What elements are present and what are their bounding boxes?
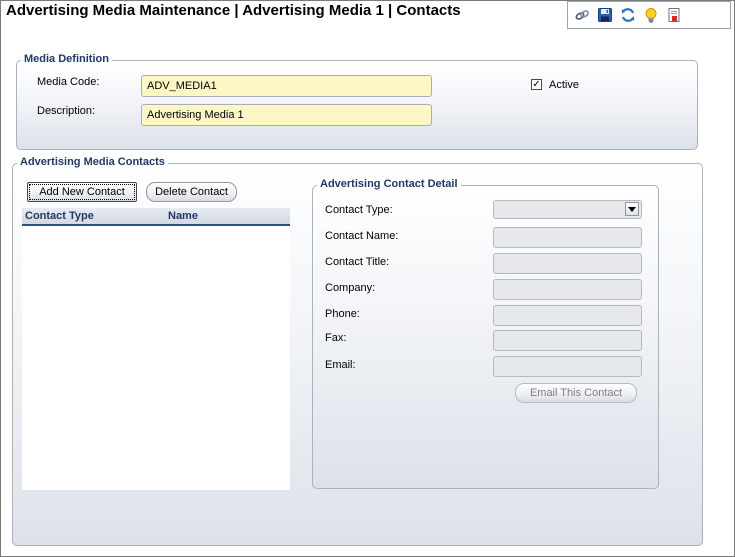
- save-icon[interactable]: [595, 6, 614, 25]
- chevron-down-icon[interactable]: [625, 202, 639, 216]
- page-title: Advertising Media Maintenance | Advertis…: [6, 2, 461, 19]
- fax-label: Fax:: [325, 332, 347, 344]
- contact-title-field[interactable]: [493, 253, 642, 274]
- company-field[interactable]: [493, 279, 642, 300]
- description-label: Description:: [37, 105, 96, 117]
- contacts-legend: Advertising Media Contacts: [17, 156, 168, 168]
- media-definition-legend: Media Definition: [21, 53, 112, 65]
- media-code-label: Media Code:: [37, 76, 100, 88]
- delete-contact-button[interactable]: Delete Contact: [146, 182, 237, 202]
- column-header-name[interactable]: Name: [168, 210, 198, 222]
- fax-field[interactable]: [493, 330, 642, 351]
- phone-label: Phone:: [325, 308, 360, 320]
- email-label: Email:: [325, 359, 356, 371]
- add-new-contact-button[interactable]: Add New Contact: [27, 182, 137, 202]
- contact-title-label: Contact Title:: [325, 256, 390, 268]
- contact-type-select[interactable]: [493, 200, 642, 219]
- company-label: Company:: [325, 282, 376, 294]
- toolbar: [567, 1, 731, 29]
- contact-name-label: Contact Name:: [325, 230, 399, 242]
- media-code-field[interactable]: ADV_MEDIA1: [141, 75, 432, 97]
- active-checkbox[interactable]: ✓: [531, 79, 542, 90]
- lightbulb-icon[interactable]: [641, 6, 660, 25]
- column-header-contact-type[interactable]: Contact Type: [25, 210, 94, 222]
- phone-field[interactable]: [493, 305, 642, 326]
- email-field[interactable]: [493, 356, 642, 377]
- refresh-icon[interactable]: [618, 6, 637, 25]
- contacts-grid: Contact Type Name: [22, 208, 290, 490]
- active-label: Active: [549, 79, 579, 91]
- report-icon[interactable]: [664, 6, 683, 25]
- contact-name-field[interactable]: [493, 227, 642, 248]
- contact-type-label: Contact Type:: [325, 204, 393, 216]
- link-icon[interactable]: [572, 6, 591, 25]
- description-field[interactable]: Advertising Media 1: [141, 104, 432, 126]
- contacts-grid-header: Contact Type Name: [22, 208, 290, 226]
- contact-detail-legend: Advertising Contact Detail: [317, 178, 461, 190]
- email-this-contact-button[interactable]: Email This Contact: [515, 383, 637, 403]
